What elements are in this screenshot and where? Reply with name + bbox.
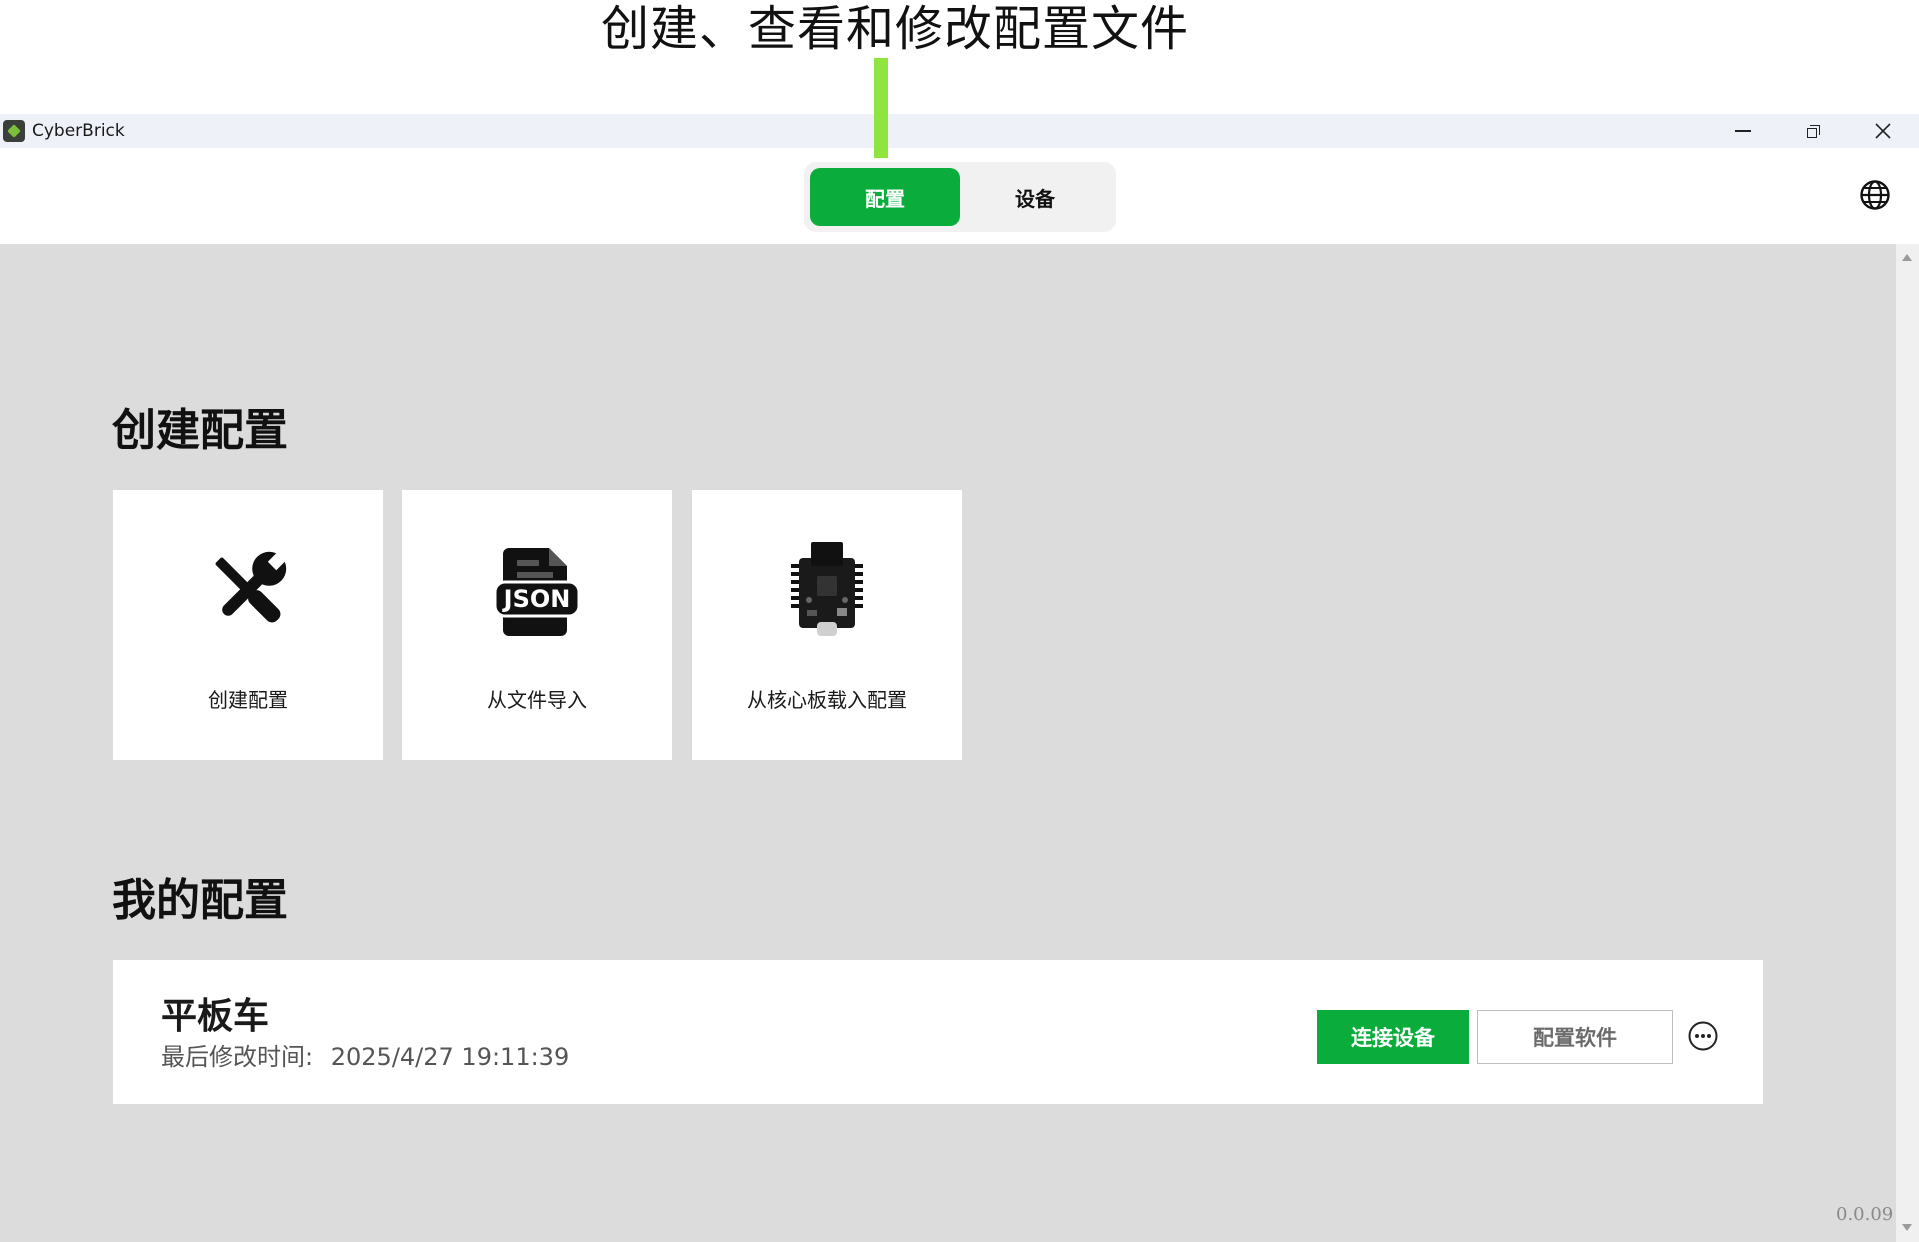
annotation-arrow [874,58,888,158]
create-config-card[interactable]: 创建配置 [113,490,383,760]
json-icon-text: JSON [502,585,571,613]
my-configs-title: 我的配置 [112,875,288,926]
import-file-label: 从文件导入 [487,688,587,712]
main-content: 创建配置 创建配置 JSON 从文件导入 从核心板载入配置 我的配置 平板车 最… [0,244,1896,1242]
restore-button[interactable] [1778,114,1848,148]
connect-device-button[interactable]: 连接设备 [1317,1010,1469,1064]
scroll-up-arrow-icon[interactable] [1902,254,1912,261]
close-icon [1875,123,1891,139]
vertical-scrollbar[interactable] [1896,244,1919,1242]
tab-group: 配置 设备 [804,162,1116,232]
window-title: CyberBrick [32,121,125,141]
globe-icon[interactable] [1858,178,1892,212]
scroll-down-arrow-icon[interactable] [1902,1224,1912,1231]
restore-icon [1806,124,1820,138]
create-config-label: 创建配置 [208,688,288,712]
close-button[interactable] [1848,114,1918,148]
app-header: 配置 设备 [0,148,1919,244]
more-icon[interactable] [1687,1020,1719,1052]
minimize-button[interactable] [1708,114,1778,148]
tab-config[interactable]: 配置 [810,168,960,226]
core-board-icon [791,542,863,636]
modified-time-label: 最后修改时间: [161,1043,314,1071]
load-from-board-card[interactable]: 从核心板载入配置 [692,490,962,760]
window-title-bar: CyberBrick [0,114,1919,148]
annotation-text: 创建、查看和修改配置文件 [601,1,1190,57]
version-label: 0.0.09 [1836,1204,1894,1225]
config-software-button[interactable]: 配置软件 [1477,1010,1673,1064]
json-file-icon: JSON [493,548,581,636]
config-name: 平板车 [161,996,270,1037]
annotation-area: 创建、查看和修改配置文件 [0,0,1919,114]
import-file-card[interactable]: JSON 从文件导入 [402,490,672,760]
minimize-icon [1735,130,1751,132]
app-logo-icon [3,120,25,142]
create-section-title: 创建配置 [112,405,288,456]
config-list-item[interactable]: 平板车 最后修改时间: 2025/4/27 19:11:39 连接设备 配置软件 [113,960,1763,1104]
modified-time-value: 2025/4/27 19:11:39 [330,1043,570,1071]
config-modified-time: 最后修改时间: 2025/4/27 19:11:39 [161,1042,569,1072]
load-from-board-label: 从核心板载入配置 [747,688,907,712]
tab-device[interactable]: 设备 [960,168,1110,226]
tools-icon [215,548,290,623]
